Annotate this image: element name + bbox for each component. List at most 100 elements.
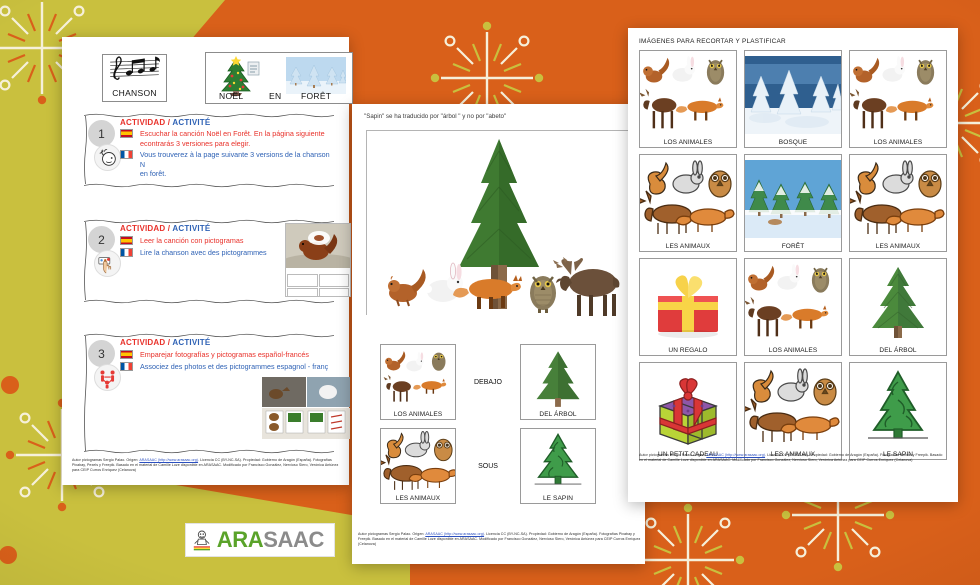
forest-scene-photo (366, 130, 632, 317)
activity-left-edge (84, 116, 87, 184)
translation-note: "Sapin" se ha traducido por "árbol " y n… (364, 113, 507, 120)
card-label: DEL ÁRBOL (879, 347, 917, 354)
card-label: LE SAPIN (542, 495, 574, 502)
activity-title-es: ACTIVIDAD (120, 224, 166, 233)
arasaac-link[interactable]: ARASAAC (http://www.arasaac.org) (425, 532, 484, 536)
card-label: LES ANIMAUX (875, 243, 921, 250)
card-chanson: CHANSON (102, 54, 167, 102)
matching-people-icon (94, 364, 121, 391)
activity-line-fr: en forêt. (139, 169, 167, 178)
card-label: LOS ANIMALES (768, 347, 818, 354)
fir-tree-art (850, 363, 946, 451)
footnote-left-page: Autor pictogramas Sergio Palao. Origen: … (72, 458, 344, 474)
cutout-card[interactable]: LOS ANIMALES (849, 50, 947, 148)
card-animals-photo[interactable]: LOS ANIMALES (380, 344, 456, 420)
card-tree-pictogram[interactable]: LE SAPIN (520, 428, 596, 504)
activity-number-3: 3 (88, 340, 115, 367)
cutout-card[interactable]: LES ANIMAUX (639, 154, 737, 252)
activity-title-sep: / (167, 224, 171, 233)
activity-line-fr: Vous trouverez à la page suivante 3 vers… (139, 150, 330, 169)
activity-line-es: econtrarás 3 versiones para elegir. (140, 138, 251, 148)
gift-red-art (640, 259, 736, 347)
document-page-cutout-images[interactable]: IMÁGENES PARA RECORTAR Y PLASTIFICAR LOS… (628, 28, 958, 502)
flag-france-icon (120, 150, 133, 159)
card-label-foret: FORÊT (301, 91, 332, 101)
animals-group-art (640, 155, 736, 243)
card-label: LES ANIMAUX (665, 243, 711, 250)
squiggle-divider (84, 449, 334, 454)
activity-line-fr: Associez des photos et des pictogrammes … (140, 361, 329, 371)
listening-head-icon (94, 144, 121, 171)
footnote-prefix: Autor pictogramas Sergio Palao. Origen: (639, 453, 707, 457)
logo-text-saac: SAAC (263, 527, 324, 552)
cutout-card[interactable]: UN PETIT CADEAU (639, 362, 737, 460)
pair-row: LES ANIMAUX SOUS LE SAPIN (380, 428, 625, 504)
activity-number-1: 1 (88, 120, 115, 147)
activity-line-es: Leer la canción con pictogramas (140, 236, 244, 245)
animals-group-photo-art (381, 345, 455, 411)
card-label: DEL ÁRBOL (539, 411, 577, 418)
document-page-activities[interactable]: CHANSON NOËL EN FORÊT 1 ACTIVIDAD / ACTI… (62, 37, 353, 485)
activity-title-1: ACTIVIDAD / ACTIVITÉ (120, 118, 335, 127)
activity-title-sep: / (167, 118, 171, 127)
card-label: LES ANIMAUX (395, 495, 441, 502)
fir-tree-photo-art (521, 345, 595, 411)
activity-title-3: ACTIVIDAD / ACTIVITÉ (120, 338, 335, 347)
footnote-mid-page: Autor pictogramas Sergio Palao. Origen: … (358, 532, 643, 548)
connector-word: SOUS (478, 462, 498, 470)
animals-group-art (640, 51, 736, 139)
activity-line-es: Escuchar la canción Noël en Forêt. En la… (140, 129, 325, 138)
slide-canvas: CHANSON NOËL EN FORÊT 1 ACTIVIDAD / ACTI… (0, 0, 980, 585)
card-label: FORÊT (781, 243, 805, 250)
cutout-card[interactable]: LOS ANIMALES (744, 258, 842, 356)
squiggle-divider (84, 183, 334, 188)
document-page-tree-scene[interactable]: "Sapin" se ha traducido por "árbol " y n… (352, 104, 645, 564)
animals-group-pictogram-art (381, 429, 455, 495)
footnote-right-page: Autor pictogramas Sergio Palao. Origen: … (639, 453, 944, 463)
footnote-prefix: Autor pictogramas Sergio Palao. Origen: (358, 532, 426, 536)
cutout-card[interactable]: BOSQUE (744, 50, 842, 148)
footnote-prefix: Autor pictogramas Sergio Palao. Origen: (72, 458, 140, 462)
snow-forest-art (745, 51, 841, 139)
page-title: IMÁGENES PARA RECORTAR Y PLASTIFICAR (639, 38, 786, 45)
cutout-card[interactable]: UN REGALO (639, 258, 737, 356)
card-label: LOS ANIMALES (663, 139, 713, 146)
music-notes-icon (103, 47, 166, 88)
activity-title-fr: ACTIVITÉ (172, 338, 211, 347)
winter-forest-photo (286, 57, 346, 94)
arasaac-link[interactable]: ARASAAC (http://www.arasaac.org) (139, 458, 198, 462)
card-label-chanson: CHANSON (112, 88, 157, 98)
flag-spain-icon (120, 236, 133, 246)
flag-france-icon (120, 361, 133, 371)
flag-france-icon (120, 247, 133, 257)
card-animals-pictogram[interactable]: LES ANIMAUX (380, 428, 456, 504)
fir-tree-art (850, 259, 946, 347)
cutout-card[interactable]: LE SAPIN (849, 362, 947, 460)
cutout-card[interactable]: DEL ÁRBOL (849, 258, 947, 356)
pointing-hand-icon (94, 250, 121, 277)
card-label: LOS ANIMALES (393, 411, 443, 418)
activity-number-2: 2 (88, 226, 115, 253)
cutout-card[interactable]: LES ANIMAUX (744, 362, 842, 460)
arasaac-link[interactable]: ARASAAC (http://www.arasaac.org) (706, 453, 765, 457)
arasaac-mark-icon (193, 530, 210, 551)
card-tree-photo[interactable]: DEL ÁRBOL (520, 344, 596, 420)
connector-word: DEBAJO (473, 378, 502, 386)
logo-text-ara: ARA (216, 527, 264, 552)
cutout-card[interactable]: FORÊT (744, 154, 842, 252)
classroom-activity-photo (262, 377, 350, 439)
cutout-card[interactable]: LES ANIMAUX (849, 154, 947, 252)
card-label-noel: NOËL (219, 91, 244, 101)
animals-group-art (850, 51, 946, 139)
gift-green-art (640, 363, 736, 451)
christmas-tree-icon (221, 56, 260, 96)
arasaac-logo[interactable]: ARASAAC (185, 523, 335, 557)
card-label: LOS ANIMALES (873, 139, 923, 146)
card-label: BOSQUE (778, 139, 808, 146)
animals-group-art (745, 363, 841, 451)
activity-left-edge (84, 222, 87, 300)
card-label: UN REGALO (668, 347, 708, 354)
cutout-card[interactable]: LOS ANIMALES (639, 50, 737, 148)
activity-title-fr: ACTIVITÉ (172, 224, 211, 233)
activity-line-es: Emparejar fotografías y pictogramas espa… (140, 350, 309, 359)
